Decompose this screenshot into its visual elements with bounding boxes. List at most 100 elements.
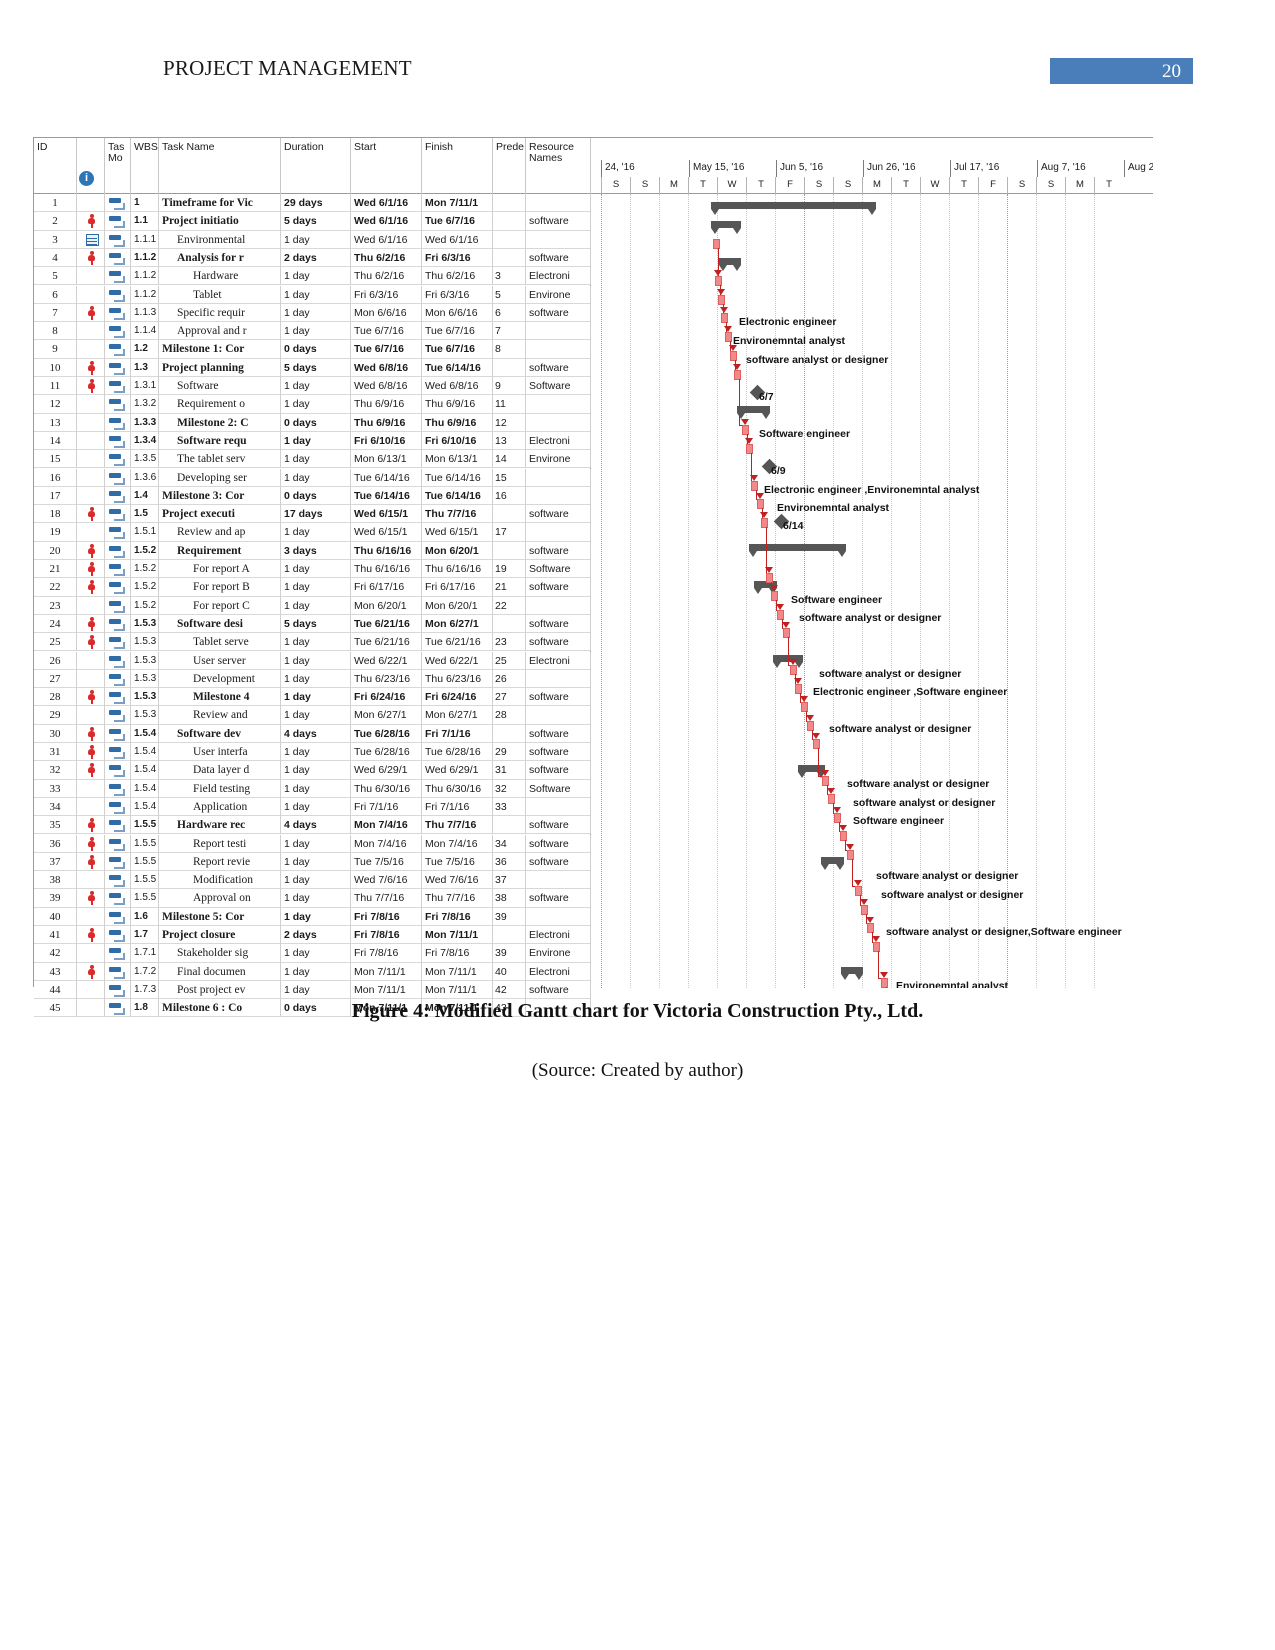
column-header-name[interactable]: Task Name xyxy=(159,138,281,194)
table-row[interactable]: 16 1.3.6 Developing ser 1 day Tue 6/14/16 Tue… xyxy=(34,468,591,487)
table-row[interactable]: 17 1.4 Milestone 3: Cor 0 days Tue 6/14/16 Tu… xyxy=(34,486,591,506)
summary-bar[interactable] xyxy=(711,202,876,215)
auto-schedule-icon[interactable] xyxy=(109,820,125,833)
auto-schedule-icon[interactable] xyxy=(109,454,125,467)
auto-schedule-icon[interactable] xyxy=(109,875,125,888)
table-row[interactable]: 13 1.3.3 Milestone 2: C0 days Thu 6/9/16 Thu… xyxy=(34,413,591,432)
auto-schedule-icon[interactable] xyxy=(109,509,125,522)
column-header-resources[interactable]: Resource Names xyxy=(526,138,591,194)
auto-schedule-icon[interactable] xyxy=(109,216,125,229)
table-row[interactable]: 4 1.1.2 Analysis for r2 days Thu 6/2/16 Fri … xyxy=(34,248,591,268)
auto-schedule-icon[interactable] xyxy=(109,326,125,339)
column-header-predecessors[interactable]: Prede xyxy=(493,138,526,194)
column-header-duration[interactable]: Duration xyxy=(281,138,351,194)
summary-bar[interactable] xyxy=(719,258,741,271)
auto-schedule-icon[interactable] xyxy=(109,838,125,851)
table-row[interactable]: 23 1.5.2 For report C1 day Mon 6/20/1 Mon 6/… xyxy=(34,596,591,615)
auto-schedule-icon[interactable] xyxy=(109,271,125,284)
table-row[interactable]: 10 1.3 Project planning 5 days Wed 6/8/16 Tue… xyxy=(34,358,591,377)
auto-schedule-icon[interactable] xyxy=(109,911,125,924)
auto-schedule-icon[interactable] xyxy=(109,564,125,576)
summary-bar[interactable] xyxy=(841,967,863,980)
table-row[interactable]: 44 1.7.3 Post project ev 1 day Mon 7/11/1 Mon… xyxy=(34,980,591,1000)
auto-schedule-icon[interactable] xyxy=(109,545,125,558)
table-row[interactable]: 18 1.5 Project executi 17 days Wed 6/15/1 Thu… xyxy=(34,505,591,524)
summary-bar[interactable] xyxy=(711,221,741,234)
table-row[interactable]: 40 1.6 Milestone 5: Cor 1 day Fri 7/8/16 Fri … xyxy=(34,907,591,926)
auto-schedule-icon[interactable] xyxy=(109,490,125,503)
auto-schedule-icon[interactable] xyxy=(109,582,125,595)
column-header-mode[interactable]: Tas Mo xyxy=(105,138,131,194)
auto-schedule-icon[interactable] xyxy=(109,893,125,906)
auto-schedule-icon[interactable] xyxy=(109,728,125,741)
summary-bar[interactable] xyxy=(749,544,846,557)
table-row[interactable]: 28 1.5.3 Milestone 41 day Fri 6/24/16 Fri 6/… xyxy=(34,688,591,707)
table-row[interactable]: 21 1.5.2 For report A1 day Thu 6/16/16 Thu 6… xyxy=(34,560,591,579)
summary-bar[interactable] xyxy=(821,857,844,870)
table-row[interactable]: 24 1.5.3 Software desi 5 days Tue 6/21/16 Mon… xyxy=(34,614,591,634)
table-row[interactable]: 38 1.5.5 Modification 1 day Wed 7/6/16 Wed 7/… xyxy=(34,871,591,890)
table-row[interactable]: 35 1.5.5 Hardware rec 4 days Mon 7/4/16 Thu 7… xyxy=(34,816,591,835)
table-row[interactable]: 3 1.1.1 Environmental 1 day Wed 6/1/16 Wed 6/… xyxy=(34,230,591,249)
table-row[interactable]: 15 1.3.5 The tablet serv 1 day Mon 6/13/1 Mon… xyxy=(34,450,591,469)
table-row[interactable]: 6 1.1.2 Tablet 1 day Fri 6/3/16 Fri 6/3/16 5 En… xyxy=(34,285,591,304)
auto-schedule-icon[interactable] xyxy=(109,234,125,247)
table-row[interactable]: 32 1.5.4 Data layer d1 day Wed 6/29/1 Wed 6/… xyxy=(34,761,591,780)
table-row[interactable]: 42 1.7.1 Stakeholder sig 1 day Fri 7/8/16 Fri… xyxy=(34,944,591,963)
auto-schedule-icon[interactable] xyxy=(109,948,125,961)
auto-schedule-icon[interactable] xyxy=(109,417,125,430)
auto-schedule-icon[interactable] xyxy=(109,801,125,814)
table-row[interactable]: 9 1.2 Milestone 1: Cor 0 days Tue 6/7/16 Tue … xyxy=(34,340,591,359)
table-row[interactable]: 37 1.5.5 Report revie 1 day Tue 7/5/16 Tue 7/… xyxy=(34,852,591,872)
table-row[interactable]: 20 1.5.2 Requirement 3 days Thu 6/16/16 Mon 6… xyxy=(34,541,591,560)
auto-schedule-icon[interactable] xyxy=(109,984,125,997)
info-icon[interactable]: i xyxy=(79,171,94,186)
auto-schedule-icon[interactable] xyxy=(109,655,125,668)
auto-schedule-icon[interactable] xyxy=(109,198,125,210)
table-row[interactable]: 31 1.5.4 User interfa 1 day Tue 6/28/16 Tue 6… xyxy=(34,743,591,762)
auto-schedule-icon[interactable] xyxy=(109,307,125,320)
auto-schedule-icon[interactable] xyxy=(109,381,125,393)
auto-schedule-icon[interactable] xyxy=(109,673,125,686)
table-row[interactable]: 30 1.5.4 Software dev 4 days Tue 6/28/16 Fri … xyxy=(34,724,591,743)
table-row[interactable]: 14 1.3.4 Software requ 1 day Fri 6/10/16 Fri … xyxy=(34,431,591,451)
auto-schedule-icon[interactable] xyxy=(109,600,125,613)
table-row[interactable]: 27 1.5.3 Development 1 day Thu 6/23/16 Thu 6/… xyxy=(34,669,591,689)
auto-schedule-icon[interactable] xyxy=(109,856,125,869)
table-row[interactable]: 2 1.1 Project initiatio 5 days Wed 6/1/16 Tue… xyxy=(34,212,591,231)
auto-schedule-icon[interactable] xyxy=(109,362,125,375)
auto-schedule-icon[interactable] xyxy=(109,692,125,705)
table-row[interactable]: 5 1.1.2 Hardware 1 day Thu 6/2/16 Thu 6/2/16 3… xyxy=(34,267,591,286)
table-row[interactable]: 25 1.5.3 Tablet serve 1 day Tue 6/21/16 Tue 6… xyxy=(34,633,591,652)
table-row[interactable]: 26 1.5.3 User server 1 day Wed 6/22/1 Wed 6/2… xyxy=(34,651,591,670)
auto-schedule-icon[interactable] xyxy=(109,252,125,265)
auto-schedule-icon[interactable] xyxy=(109,747,125,759)
auto-schedule-icon[interactable] xyxy=(109,344,125,357)
column-header-indicator[interactable] xyxy=(77,138,105,194)
auto-schedule-icon[interactable] xyxy=(109,527,125,540)
table-row[interactable]: 22 1.5.2 For report B1 day Fri 6/17/16 Fri 6… xyxy=(34,578,591,597)
auto-schedule-icon[interactable] xyxy=(109,783,125,796)
column-header-id[interactable]: ID xyxy=(34,138,77,194)
table-row[interactable]: 33 1.5.4 Field testing 1 day Thu 6/30/16 Thu … xyxy=(34,779,591,798)
table-row[interactable]: 19 1.5.1 Review and ap 1 day Wed 6/15/1 Wed 6… xyxy=(34,523,591,542)
table-row[interactable]: 7 1.1.3 Specific requir 1 day Mon 6/6/16 Mon … xyxy=(34,303,591,323)
table-row[interactable]: 12 1.3.2 Requirement o1 day Thu 6/9/16 Thu 6… xyxy=(34,395,591,414)
auto-schedule-icon[interactable] xyxy=(109,618,125,631)
auto-schedule-icon[interactable] xyxy=(109,472,125,485)
table-row[interactable]: 43 1.7.2 Final documen 1 day Mon 7/11/1 Mon 7… xyxy=(34,962,591,981)
table-row[interactable]: 34 1.5.4 Application 1 day Fri 7/1/16 Fri 7/1… xyxy=(34,797,591,817)
auto-schedule-icon[interactable] xyxy=(109,930,125,942)
auto-schedule-icon[interactable] xyxy=(109,399,125,412)
column-header-wbs[interactable]: WBS xyxy=(131,138,159,194)
auto-schedule-icon[interactable] xyxy=(109,435,125,448)
table-row[interactable]: 36 1.5.5 Report testi 1 day Mon 7/4/16 Mon 7/… xyxy=(34,834,591,853)
column-header-start[interactable]: Start xyxy=(351,138,422,194)
table-row[interactable]: 29 1.5.3 Review and 1 day Mon 6/27/1 Mon 6/27… xyxy=(34,706,591,725)
auto-schedule-icon[interactable] xyxy=(109,710,125,723)
table-row[interactable]: 8 1.1.4 Approval and r1 day Tue 6/7/16 Tue 6… xyxy=(34,322,591,341)
summary-bar[interactable] xyxy=(737,406,770,419)
column-header-finish[interactable]: Finish xyxy=(422,138,493,194)
table-row[interactable]: 41 1.7 Project closure 2 days Fri 7/8/16 Mon … xyxy=(34,926,591,945)
auto-schedule-icon[interactable] xyxy=(109,637,125,650)
